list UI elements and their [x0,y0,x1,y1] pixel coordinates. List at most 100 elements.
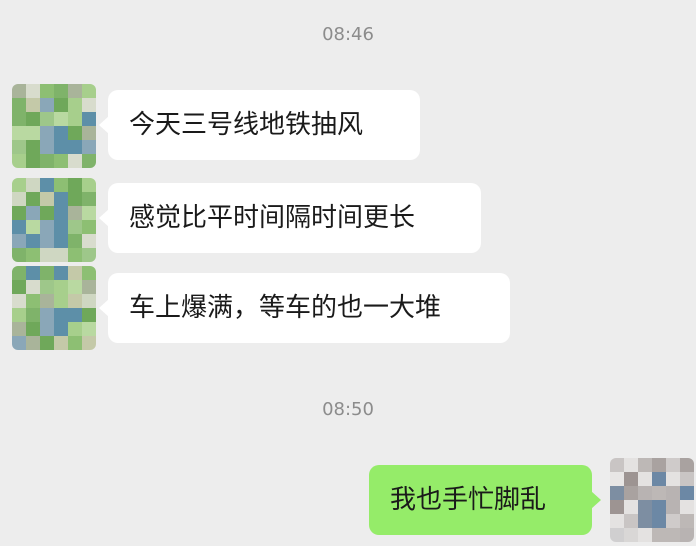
avatar-pixel [54,308,68,322]
avatar-pixel [26,112,40,126]
avatar-pixel [40,84,54,98]
avatar-pixel [54,220,68,234]
message-text: 我也手忙脚乱 [390,485,547,515]
avatar-pixel [12,248,26,262]
avatar-pixel [652,514,666,528]
avatar-pixel [82,126,96,140]
avatar-pixel [652,458,666,472]
avatar-pixel [54,98,68,112]
avatar-pixel [26,154,40,168]
avatar-pixel [68,322,82,336]
avatar-pixel [12,154,26,168]
avatar-pixel [652,472,666,486]
avatar-pixel [82,220,96,234]
avatar-pixel [82,322,96,336]
avatar-pixel [638,514,652,528]
avatar-pixel [26,248,40,262]
avatar-pixel [68,98,82,112]
avatar-pixel [666,528,680,542]
avatar-pixel [26,322,40,336]
contact-avatar-icon[interactable] [12,178,96,262]
avatar-pixel [26,266,40,280]
avatar-pixel [12,280,26,294]
avatar-pixel [680,528,694,542]
avatar-pixel [680,500,694,514]
incoming-message-bubble[interactable]: 今天三号线地铁抽风 [99,90,420,160]
incoming-message-bubble[interactable]: 感觉比平时间隔时间更长 [99,183,481,253]
avatar-pixel [68,178,82,192]
self-avatar-icon[interactable] [610,458,694,542]
avatar-pixel [40,154,54,168]
avatar-pixel [82,112,96,126]
avatar-pixel [54,266,68,280]
avatar-pixel [12,234,26,248]
avatar-pixel [12,220,26,234]
incoming-message-bubble[interactable]: 车上爆满，等车的也一大堆 [99,273,510,343]
avatar-pixel [54,294,68,308]
avatar-pixel [82,192,96,206]
avatar-pixel [54,280,68,294]
avatar-pixel [26,84,40,98]
avatar-pixel [68,126,82,140]
avatar-pixel [82,336,96,350]
avatar-pixel [82,234,96,248]
avatar-pixel [638,528,652,542]
avatar-pixel [40,112,54,126]
avatar-pixel [12,112,26,126]
avatar-pixel [26,126,40,140]
avatar-pixel [666,500,680,514]
avatar-pixel [680,514,694,528]
avatar-pixel [26,178,40,192]
avatar-pixel [82,140,96,154]
avatar-pixel [68,336,82,350]
avatar-pixel [624,486,638,500]
avatar-pixel [624,472,638,486]
avatar-pixel [26,308,40,322]
avatar-pixel [54,112,68,126]
avatar-pixel [40,220,54,234]
avatar-pixel [666,514,680,528]
avatar-pixel [82,84,96,98]
avatar-pixel [82,178,96,192]
avatar-pixel [40,126,54,140]
avatar-pixel [54,248,68,262]
avatar-pixel [638,472,652,486]
contact-avatar-icon[interactable] [12,84,96,168]
avatar-pixel [54,234,68,248]
message-text: 车上爆满，等车的也一大堆 [129,293,442,323]
avatar-pixel [26,280,40,294]
contact-avatar-icon[interactable] [12,266,96,350]
avatar-pixel [82,280,96,294]
avatar-pixel [82,294,96,308]
avatar-pixel [82,266,96,280]
avatar-pixel [624,500,638,514]
avatar-pixel [610,472,624,486]
avatar-pixel [26,192,40,206]
avatar-pixel [610,458,624,472]
avatar-pixel [652,500,666,514]
avatar-pixel [40,322,54,336]
avatar-pixel [12,336,26,350]
avatar-pixel [26,206,40,220]
avatar-pixel [652,528,666,542]
avatar-pixel [68,308,82,322]
avatar-pixel [652,486,666,500]
avatar-pixel [638,486,652,500]
avatar-pixel [624,528,638,542]
avatar-pixel [54,178,68,192]
outgoing-message-bubble[interactable]: 我也手忙脚乱 [369,465,601,535]
avatar-pixel [54,336,68,350]
avatar-pixel [12,140,26,154]
avatar-pixel [40,192,54,206]
avatar-pixel [54,206,68,220]
avatar-pixel [68,140,82,154]
avatar-pixel [82,98,96,112]
avatar-pixel [26,98,40,112]
avatar-pixel [680,486,694,500]
avatar-pixel [40,234,54,248]
avatar-pixel [82,248,96,262]
avatar-pixel [68,220,82,234]
avatar-pixel [26,234,40,248]
avatar-pixel [40,206,54,220]
avatar-pixel [638,458,652,472]
